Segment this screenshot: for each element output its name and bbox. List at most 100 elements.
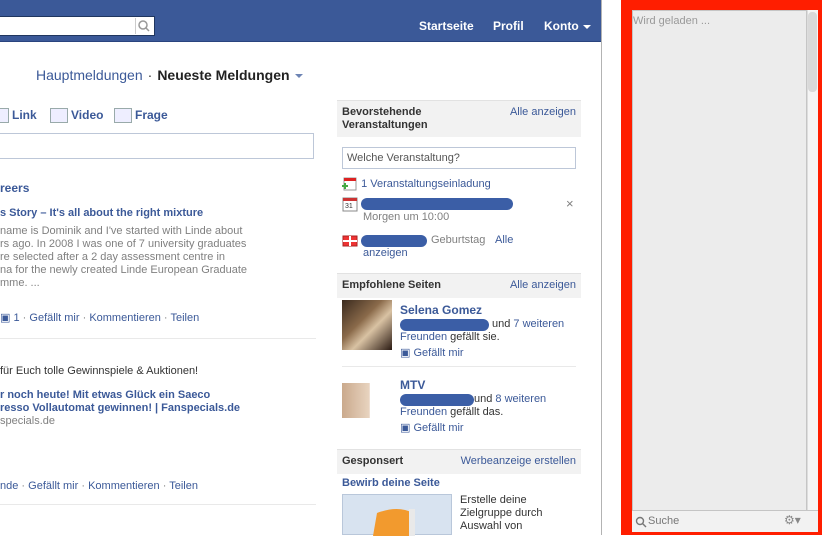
search-icon[interactable] [135,18,152,34]
share-question[interactable]: Frage [114,108,168,124]
redacted-friend-name [400,394,474,406]
chevron-down-icon [582,24,591,29]
post-title[interactable]: s Story – It's all about the right mixtu… [0,207,203,219]
nav-konto-label: Konto [544,19,579,33]
tab-neueste-meldungen[interactable]: Neueste Meldungen [157,67,289,83]
like-count-value: 1 [13,312,20,324]
gear-icon[interactable]: ⚙▾ [784,513,801,527]
thumbs-up-icon: ▣ [0,312,11,324]
like-button[interactable]: Gefällt mir [29,312,79,324]
ad-text-line: Zielgruppe durch [460,507,543,519]
top-bar: Startseite Profil Konto [0,0,601,42]
post-domain: specials.de [0,415,56,427]
events-title-line: Veranstaltungen [342,119,428,131]
page-liked-text: gefällt sie. [450,331,500,343]
post-text-line: mme. ... [0,277,40,289]
post-text-line: rs ago. In 2008 I was one of 7 universit… [0,238,247,250]
page-like-label: Gefällt mir [413,347,464,359]
search-input[interactable] [0,16,155,36]
birthday-see-all[interactable]: Alle [495,234,513,246]
share-button[interactable]: Teilen [170,312,199,324]
action-separator: · [81,480,86,492]
post-actions-prefix[interactable]: nde [0,480,18,492]
post-actions: ▣ 1 · Gefällt mir · Kommentieren · Teile… [0,311,199,324]
post-author[interactable]: reers [0,181,29,195]
mtv-thumbnail[interactable] [342,383,392,418]
event-search-input[interactable]: Welche Veranstaltung? [342,147,576,169]
gift-icon [342,235,358,247]
chevron-down-icon[interactable] [294,74,303,79]
post-title[interactable]: resso Vollautomat gewinnen! | Fanspecial… [0,402,240,414]
tab-hauptmeldungen[interactable]: Hauptmeldungen [36,67,143,83]
events-header: Bevorstehende Veranstaltungen Alle anzeig… [337,100,581,137]
action-separator: · [82,312,87,324]
share-question-label: Frage [135,108,168,122]
event-invite-label: 1 Veranstaltungseinladung [361,177,491,190]
sponsored-title: Gesponsert [342,455,404,467]
video-icon [50,108,68,124]
post-title[interactable]: r noch heute! Mit etwas Glück ein Saeco [0,389,210,401]
page-like-button[interactable]: ▣ Gefällt mir [400,421,464,434]
question-icon [114,108,132,124]
birthday-see-all[interactable]: anzeigen [363,247,408,259]
pages-header: Empfohlene Seiten Alle anzeigen [337,273,581,298]
chat-search-bar[interactable]: Suche ⚙▾ [632,510,818,532]
comment-button[interactable]: Kommentieren [88,480,160,492]
birthday-label: Geburtstag [431,234,486,246]
ad-image[interactable] [342,494,452,536]
chat-loading: Wird geladen ... [633,15,711,27]
redacted-friend-name [400,319,489,331]
event-invite[interactable]: 1 Veranstaltungseinladung [342,177,491,191]
create-ad-link[interactable]: Werbeanzeige erstellen [461,455,576,467]
calendar-plus-icon [342,177,357,191]
nav-konto[interactable]: Konto [544,19,591,33]
page-friends-more[interactable]: 7 weiteren [513,318,564,330]
chat-search-input[interactable]: Suche [648,515,679,527]
selena-gomez-thumbnail[interactable] [342,300,392,350]
action-separator: · [162,480,167,492]
thumbs-up-icon: ▣ [400,422,411,434]
action-separator: · [163,312,168,324]
link-icon [0,108,9,124]
share-button[interactable]: Teilen [169,480,198,492]
page-name-link[interactable]: MTV [400,378,425,392]
event-time: Morgen um 10:00 [363,211,450,223]
action-separator: · [21,480,26,492]
pages-see-all[interactable]: Alle anzeigen [510,279,576,291]
status-composer[interactable] [0,133,314,159]
post-text-line: re selected after a 2 day assessment cen… [0,251,226,263]
page-like-button[interactable]: ▣ Gefällt mir [400,346,464,359]
page-friends-line: und 8 weiteren [474,393,546,405]
birthday-item [342,233,358,247]
events-see-all[interactable]: Alle anzeigen [510,106,576,118]
close-icon[interactable]: × [566,196,574,211]
events-title: Bevorstehende Veranstaltungen [342,106,428,132]
post-divider [0,504,316,505]
pages-divider [342,366,576,367]
page-friends-line: Freunden gefällt das. [400,406,503,418]
page-name-link[interactable]: Selena Gomez [400,303,482,317]
ad-text-line: Erstelle deine [460,494,527,506]
feed-tabs: Hauptmeldungen · Neueste Meldungen [36,67,303,83]
nav-profil[interactable]: Profil [493,19,524,33]
page-friends-link[interactable]: Freunden [400,406,447,418]
search-icon [635,516,647,528]
page-friends-line: und 7 weiteren [492,318,564,330]
like-button[interactable]: Gefällt mir [28,480,78,492]
post-actions: nde · Gefällt mir · Kommentieren · Teile… [0,480,198,492]
redacted-event-name [361,198,513,210]
page-friends-more[interactable]: 8 weiteren [495,393,546,405]
share-link[interactable]: Link [0,108,37,124]
content-border [601,0,602,535]
page-friends-and: und [474,393,493,405]
ad-title[interactable]: Bewirb deine Seite [342,477,440,489]
chat-sidebar[interactable]: Wird geladen ... [632,10,807,530]
share-video[interactable]: Video [50,108,103,124]
chat-scrollbar-thumb[interactable] [808,12,817,92]
comment-button[interactable]: Kommentieren [89,312,161,324]
like-count[interactable]: ▣ 1 [0,312,20,324]
nav-startseite[interactable]: Startseite [419,19,474,33]
redacted-birthday-name [361,235,427,247]
page-friends-link[interactable]: Freunden [400,331,447,343]
page-like-label: Gefällt mir [413,422,464,434]
